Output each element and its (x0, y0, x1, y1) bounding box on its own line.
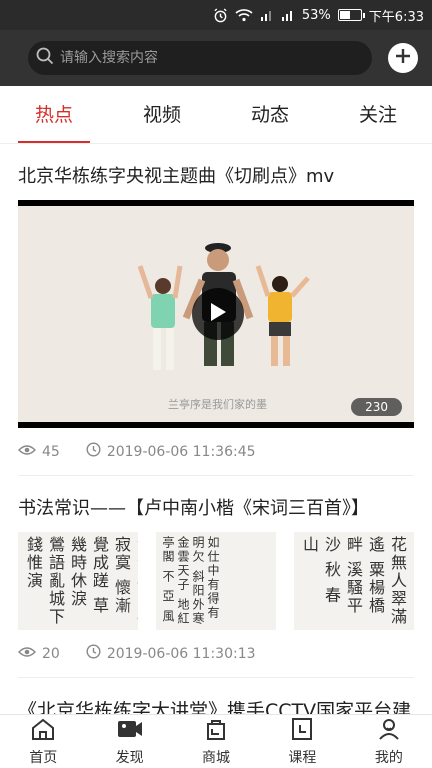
nav-home[interactable]: 首页 (0, 715, 86, 768)
status-bar: 53% 下午6:33 (0, 0, 432, 30)
duration-badge: 230 (351, 398, 402, 416)
nav-shop[interactable]: 商城 (173, 715, 259, 768)
clock: 下午6:33 (368, 9, 424, 25)
user-icon (377, 717, 401, 745)
battery-level (339, 11, 351, 19)
feed-item-meta: 45 2019-06-06 11:36:45 (18, 428, 414, 476)
feed-item-title[interactable]: 书法常识——【卢中南小楷《宋词三百首》】 (18, 476, 414, 532)
nav-label: 发现 (115, 749, 144, 766)
feed-item-title[interactable]: 北京华栋练字央视主题曲《切刷点》mv (18, 144, 414, 200)
battery-icon (337, 9, 365, 21)
course-book-icon (290, 717, 314, 745)
video-player[interactable]: 兰亭序是我们家的墨 230 (18, 200, 414, 428)
nav-label: 课程 (288, 749, 317, 766)
feed-item-meta: 20 2019-06-06 11:30:13 (18, 630, 414, 678)
post-time: 2019-06-06 11:30:13 (106, 645, 256, 662)
nav-label: 我的 (374, 749, 403, 766)
nav-label: 商城 (202, 749, 231, 766)
play-button[interactable] (192, 288, 244, 340)
feed-item-article[interactable]: 《北京华栋练字大讲堂》携手CCTV国家平台建 (0, 678, 432, 714)
nav-discover[interactable]: 发现 (86, 715, 172, 768)
eye-icon (18, 444, 36, 460)
thumbnail-image[interactable]: 浅昔年多病寂寞 懷漸覺成蹉 草幾時休淚 鶯語亂城下 錢惟演 (18, 532, 138, 630)
search-box[interactable] (28, 41, 372, 75)
tab-follow[interactable]: 关注 (324, 86, 432, 143)
video-camera-icon (116, 717, 144, 745)
clock-icon (86, 644, 101, 663)
search-bar (0, 30, 432, 86)
nav-label: 首页 (29, 749, 58, 766)
image-thumbnails: 浅昔年多病寂寞 懷漸覺成蹉 草幾時休淚 鶯語亂城下 錢惟演 如仕中有得有明欠 斜… (18, 532, 432, 630)
view-count: 45 (42, 443, 60, 460)
signal-icon-1 (260, 8, 274, 22)
post-time: 2019-06-06 11:36:45 (106, 443, 256, 460)
alarm-icon (213, 7, 228, 23)
thumbnail-image[interactable]: 花無人翠滿遙 粟楊橋畔 溪騷平沙 秋 春 山 (294, 532, 414, 630)
tab-hot[interactable]: 热点 (0, 86, 108, 143)
calligraphy-text: 如仕中有得有明欠 斜阳外寒 金雲天子 地紅 亭閣 不 亞 風 (161, 536, 220, 626)
clock-icon (86, 442, 101, 461)
shop-bag-icon (204, 717, 228, 745)
category-tabs: 热点 视频 动态 关注 (0, 86, 432, 144)
tab-moments[interactable]: 动态 (216, 86, 324, 143)
plus-icon (394, 47, 412, 69)
battery-percent: 53% (301, 7, 331, 23)
add-button[interactable] (388, 43, 418, 73)
tab-video[interactable]: 视频 (108, 86, 216, 143)
calligraphy-text: 浅昔年多病寂寞 懷漸覺成蹉 草幾時休淚 鶯語亂城下 錢惟演 (24, 536, 138, 626)
eye-icon (18, 646, 36, 662)
play-icon (208, 301, 228, 327)
nav-profile[interactable]: 我的 (346, 715, 432, 768)
calligraphy-text: 花無人翠滿遙 粟楊橋畔 溪騷平沙 秋 春 山 (300, 536, 407, 626)
signal-icon-2 (281, 8, 295, 22)
thumbnail-image[interactable]: 如仕中有得有明欠 斜阳外寒 金雲天子 地紅 亭閣 不 亞 風 (156, 532, 276, 630)
view-count: 20 (42, 645, 60, 662)
feed-item-video[interactable]: 北京华栋练字央视主题曲《切刷点》mv 兰亭序是我们家的墨 230 45 2019… (0, 144, 432, 476)
search-input[interactable] (60, 50, 372, 66)
bottom-navigation: 首页 发现 商城 课程 我的 (0, 714, 432, 768)
feed-item-title[interactable]: 《北京华栋练字大讲堂》携手CCTV国家平台建 (18, 678, 414, 714)
nav-course[interactable]: 课程 (259, 715, 345, 768)
wifi-icon (235, 8, 253, 22)
search-icon (36, 47, 54, 69)
home-icon (30, 717, 56, 745)
video-caption: 兰亭序是我们家的墨 (168, 398, 267, 411)
feed-list: 北京华栋练字央视主题曲《切刷点》mv 兰亭序是我们家的墨 230 45 2019… (0, 144, 432, 714)
feed-item-article[interactable]: 书法常识——【卢中南小楷《宋词三百首》】 浅昔年多病寂寞 懷漸覺成蹉 草幾時休淚… (0, 476, 432, 678)
